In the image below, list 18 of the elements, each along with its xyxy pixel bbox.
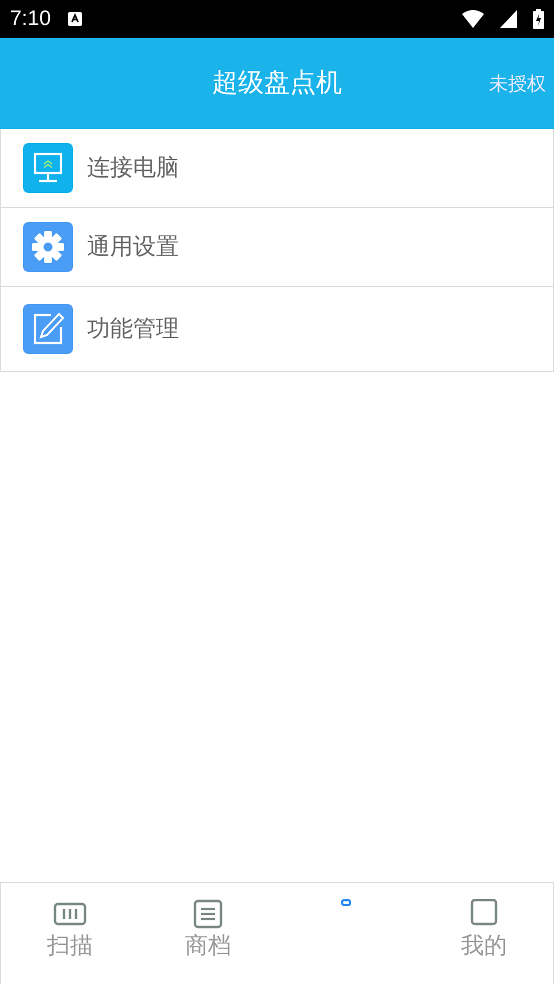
license-status-link[interactable]: 未授权 bbox=[489, 69, 546, 98]
document-icon bbox=[191, 899, 225, 929]
gear-icon bbox=[23, 222, 73, 272]
tab-icon bbox=[341, 899, 351, 906]
status-time: 7:10 bbox=[10, 6, 51, 32]
app-title: 超级盘点机 bbox=[212, 67, 342, 100]
nav-tab[interactable]: 我的 bbox=[415, 883, 553, 984]
wifi-icon bbox=[462, 10, 484, 28]
menu-item[interactable]: 连接电脑 bbox=[1, 129, 553, 208]
nav-tab[interactable]: 扫描 bbox=[1, 883, 139, 984]
battery-icon bbox=[533, 9, 544, 29]
menu-item[interactable]: 功能管理 bbox=[1, 287, 553, 371]
signal-icon bbox=[500, 10, 517, 28]
menu-item[interactable]: 通用设置 bbox=[1, 208, 553, 287]
edit-icon bbox=[23, 304, 73, 354]
nav-tab[interactable]: 商档 bbox=[139, 883, 277, 984]
monitor-icon bbox=[23, 143, 73, 193]
keyboard-icon bbox=[66, 11, 83, 27]
